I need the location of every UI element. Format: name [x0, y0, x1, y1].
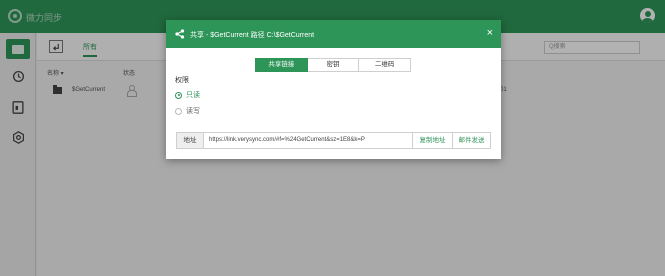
- radio-label-read-write: 读写: [186, 108, 200, 115]
- share-icon: [175, 29, 185, 39]
- address-field[interactable]: https://link.verysync.com/#f=%24GetCurre…: [209, 133, 411, 148]
- address-label: 地址: [177, 133, 204, 148]
- send-email-button[interactable]: 邮件发送: [452, 133, 490, 148]
- dialog-header: 共享 - $GetCurrent 路径 C:\$GetCurrent ×: [166, 20, 501, 48]
- tab-qrcode[interactable]: 二维码: [359, 58, 412, 72]
- close-icon[interactable]: ×: [487, 27, 493, 39]
- copy-address-button[interactable]: 复制地址: [412, 133, 452, 148]
- radio-read-write[interactable]: 读写: [175, 106, 200, 116]
- radio-label-read-only: 只读: [186, 92, 200, 99]
- radio-read-only[interactable]: 只读: [175, 90, 200, 100]
- dialog-title: 共享 - $GetCurrent 路径 C:\$GetCurrent: [190, 32, 315, 39]
- address-bar: 地址 https://link.verysync.com/#f=%24GetCu…: [176, 132, 491, 149]
- share-tabs: 共享链接 密钥 二维码: [255, 58, 412, 72]
- share-dialog: 共享 - $GetCurrent 路径 C:\$GetCurrent × 共享链…: [166, 20, 501, 159]
- radio-unchecked-icon: [175, 107, 182, 115]
- permission-label: 权限: [175, 77, 189, 84]
- tab-key[interactable]: 密钥: [307, 58, 360, 72]
- radio-checked-icon: [175, 91, 182, 99]
- tab-share-link[interactable]: 共享链接: [255, 58, 308, 72]
